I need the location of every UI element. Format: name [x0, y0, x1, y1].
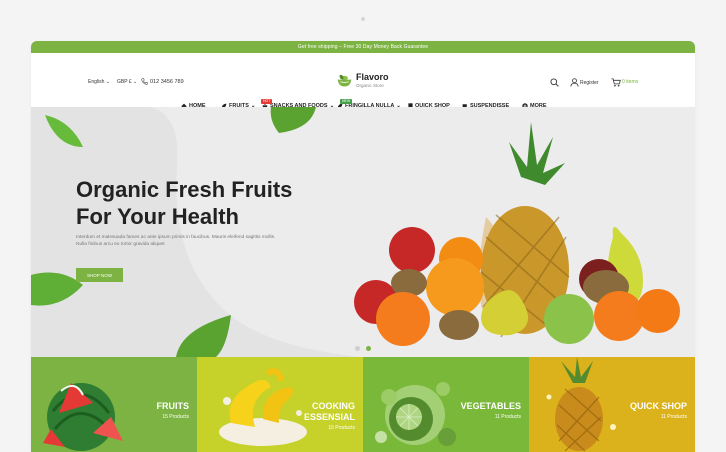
shop-now-button[interactable]: SHOP NOW: [76, 268, 123, 282]
language-select[interactable]: English ⌄: [88, 79, 110, 85]
cart-icon[interactable]: [611, 78, 621, 87]
store-window: Get free shipping – Free 30 Day Money Ba…: [31, 41, 695, 452]
category-fruits-title: FRUITS: [157, 401, 190, 412]
logo-tagline: Organic Store: [356, 82, 384, 88]
hero-description-line-1: Interdum et malesuada fames ac ante ipsu…: [76, 235, 276, 240]
hero-title: Organic Fresh Fruits For Your Health: [76, 177, 356, 231]
slider-dot-2[interactable]: [366, 346, 371, 351]
category-cooking-essensial[interactable]: COOKING ESSENSIAL 15 Products: [197, 357, 363, 452]
language-label: English: [88, 79, 105, 85]
category-cooking-count: 15 Products: [328, 425, 355, 431]
category-quick-shop-title: QUICK SHOP: [630, 401, 687, 412]
logo[interactable]: Flavoro Organic Store: [336, 72, 389, 89]
category-cooking-name-line-2: ESSENSIAL: [303, 411, 355, 422]
phone-number: 012 3456 789: [150, 78, 184, 85]
hero-description: Interdum et malesuada fames ac ante ipsu…: [76, 234, 326, 249]
phone-icon: [141, 78, 148, 85]
category-vegetables-title: VEGETABLES: [461, 401, 521, 412]
category-cooking-name-line-1: COOKING: [311, 401, 355, 411]
logo-bowl-icon: [337, 74, 352, 87]
currency-label: GBP £: [117, 79, 132, 85]
category-quick-shop[interactable]: QUICK SHOP 11 Products: [529, 357, 695, 452]
search-icon[interactable]: [550, 78, 559, 87]
phone-link[interactable]: 012 3456 789: [141, 78, 184, 85]
page-dot: [361, 17, 365, 21]
logo-name: Flavoro: [356, 71, 389, 82]
hero-title-line-2: For Your Health: [76, 203, 239, 229]
cart-count[interactable]: 0 items: [622, 79, 638, 85]
category-fruits[interactable]: FRUITS 15 Products: [31, 357, 197, 452]
category-vegetables-count: 11 Products: [494, 414, 521, 420]
promo-bar: Get free shipping – Free 30 Day Money Ba…: [31, 41, 695, 53]
site-header: English ⌄ GBP £ ⌄ 012 3456 789 Flavoro O…: [31, 53, 695, 99]
chevron-down-icon: ⌄: [105, 79, 110, 85]
chevron-down-icon: ⌄: [133, 79, 138, 85]
category-fruits-count: 15 Products: [162, 414, 189, 420]
hot-badge: HOT: [261, 99, 273, 104]
new-badge: NEW: [340, 99, 353, 104]
category-cooking-title: COOKING ESSENSIAL: [304, 401, 355, 423]
category-quick-shop-name: QUICK SHOP: [629, 401, 687, 411]
hero-slider: Organic Fresh Fruits For Your Health Inte…: [31, 107, 695, 357]
currency-select[interactable]: GBP £ ⌄: [117, 79, 137, 85]
category-quick-shop-count: 11 Products: [660, 414, 687, 420]
hero-title-line-1: Organic Fresh Fruits: [76, 177, 293, 202]
user-icon[interactable]: [570, 78, 579, 87]
register-link[interactable]: Register: [580, 80, 599, 86]
category-fruits-name: FRUITS: [156, 401, 190, 411]
hero-description-line-2: Nulla finibus arcu eu tortor gravida ali…: [76, 242, 165, 248]
hero-artwork: [31, 107, 695, 357]
category-banners: FRUITS 15 Products COOKING ESSENSIAL 15 P…: [31, 357, 695, 452]
promo-text: Get free shipping – Free 30 Day Money Ba…: [297, 44, 429, 50]
category-vegetables[interactable]: VEGETABLES 11 Products: [363, 357, 529, 452]
slider-dot-1[interactable]: [355, 346, 360, 351]
category-vegetables-name: VEGETABLES: [460, 401, 521, 411]
